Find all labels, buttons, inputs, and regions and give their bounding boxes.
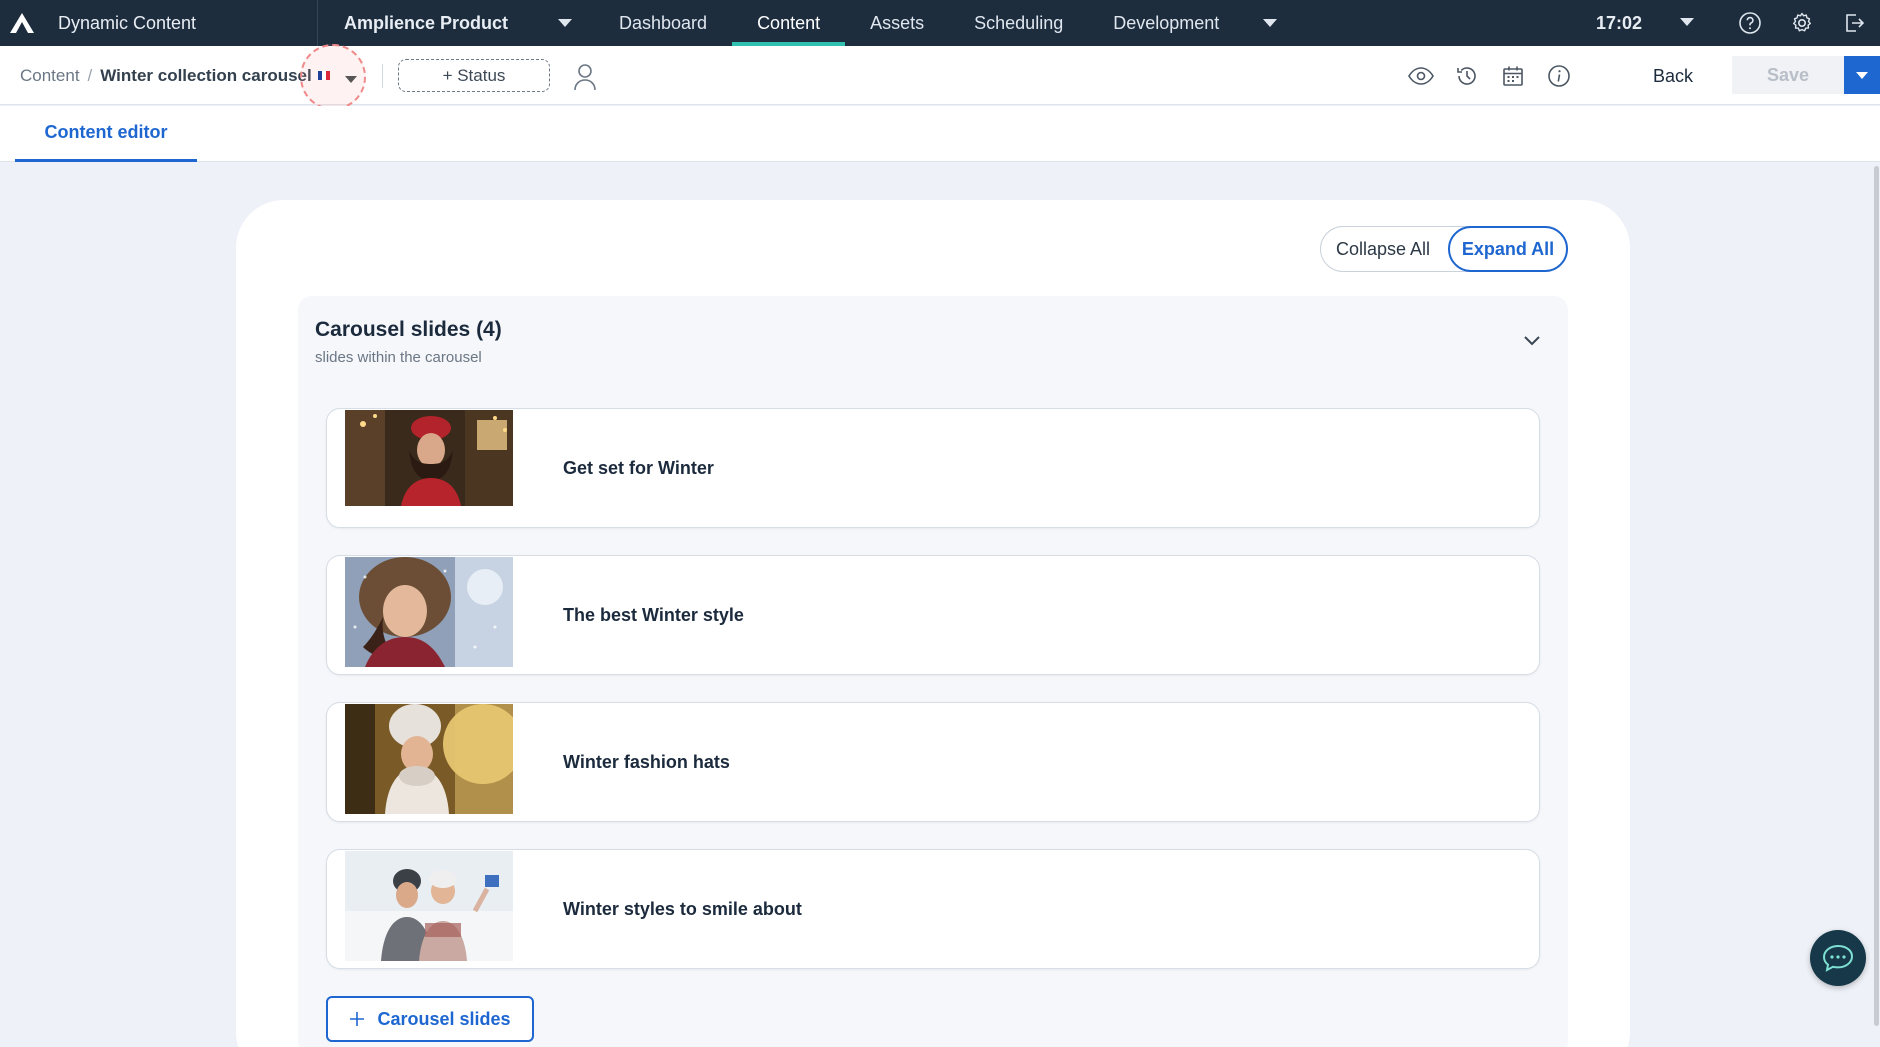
list-item[interactable]: Winter styles to smile about: [326, 849, 1540, 969]
hub-name: Amplience Product: [344, 12, 509, 33]
section-subtitle: slides within the carousel: [315, 349, 482, 366]
expand-all-button[interactable]: Expand All: [1448, 226, 1568, 272]
slide-thumbnail: [345, 704, 513, 814]
nav-assets[interactable]: Assets: [845, 0, 949, 46]
preview-eye-icon[interactable]: [1406, 61, 1436, 91]
slide-title: Get set for Winter: [563, 457, 714, 478]
save-button[interactable]: Save: [1732, 56, 1844, 94]
slide-thumbnail: [345, 851, 513, 961]
slide-thumbnail: [345, 557, 513, 667]
save-options-dropdown[interactable]: [1844, 56, 1880, 94]
chevron-down-icon: [558, 19, 572, 27]
section-title: Carousel slides (4): [315, 318, 502, 341]
chevron-down-icon[interactable]: [1680, 18, 1694, 26]
back-button[interactable]: Back: [1640, 56, 1706, 96]
slide-title: The best Winter style: [563, 604, 744, 625]
assign-user-icon[interactable]: [572, 62, 600, 92]
add-status-button[interactable]: + Status: [398, 59, 550, 92]
app-title: Dynamic Content: [44, 0, 318, 46]
info-icon[interactable]: [1544, 61, 1574, 91]
list-item[interactable]: Get set for Winter: [326, 408, 1540, 528]
amplience-logo-icon[interactable]: [0, 0, 44, 46]
chevron-down-icon[interactable]: [345, 76, 357, 83]
main-nav: Dashboard Content Assets Scheduling Deve…: [594, 0, 1302, 46]
help-icon[interactable]: [1736, 9, 1764, 37]
plus-icon: [350, 1012, 365, 1026]
toolbar-divider: [382, 64, 383, 88]
slide-title: Winter styles to smile about: [563, 898, 802, 919]
nav-dashboard[interactable]: Dashboard: [594, 0, 732, 46]
list-item[interactable]: Winter fashion hats: [326, 702, 1540, 822]
slide-title: Winter fashion hats: [563, 751, 730, 772]
hub-selector[interactable]: Amplience Product: [318, 0, 594, 46]
calendar-icon[interactable]: [1498, 61, 1528, 91]
collapse-all-button[interactable]: Collapse All: [1321, 239, 1445, 260]
chevron-down-icon[interactable]: [1522, 330, 1542, 350]
breadcrumb-separator: /: [87, 65, 93, 85]
breadcrumb-root[interactable]: Content: [20, 66, 80, 86]
logout-icon[interactable]: [1840, 9, 1868, 37]
time-display: 17:02: [1596, 12, 1643, 33]
settings-icon[interactable]: [1788, 9, 1816, 37]
slide-thumbnail: [345, 410, 513, 506]
nav-content[interactable]: Content: [732, 0, 846, 46]
add-carousel-slide-label: Carousel slides: [377, 1008, 511, 1029]
breadcrumb-current: Winter collection carousel: [100, 65, 312, 85]
page-scrollbar[interactable]: [1874, 166, 1879, 1026]
chevron-down-icon[interactable]: [1263, 19, 1278, 27]
expand-collapse-toggle: Collapse All Expand All: [1320, 226, 1568, 272]
tab-content-editor[interactable]: Content editor: [15, 106, 197, 162]
nav-development-label: Development: [1113, 12, 1220, 33]
top-navigation-bar: Dynamic Content Amplience Product Dashbo…: [0, 0, 1880, 46]
chat-icon[interactable]: [1810, 930, 1866, 986]
add-carousel-slide-button[interactable]: Carousel slides: [326, 996, 534, 1042]
nav-scheduling[interactable]: Scheduling: [949, 0, 1088, 46]
history-icon[interactable]: [1452, 61, 1482, 91]
editor-tabs: Content editor: [0, 106, 1880, 162]
list-item[interactable]: The best Winter style: [326, 555, 1540, 675]
breadcrumb: Content / Winter collection carousel: [20, 46, 312, 105]
france-flag-icon[interactable]: [318, 71, 330, 80]
nav-development[interactable]: Development: [1088, 0, 1302, 46]
chevron-down-icon: [1856, 71, 1868, 79]
